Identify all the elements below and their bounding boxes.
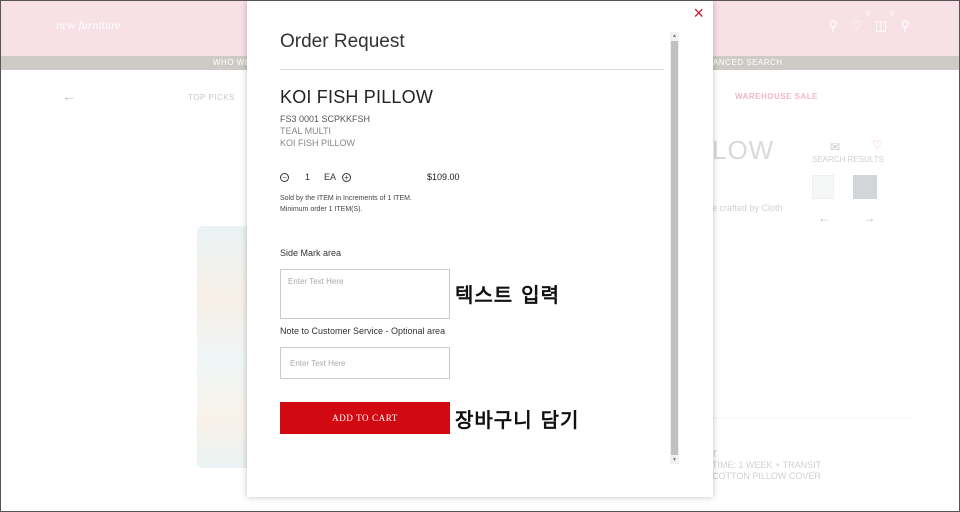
product-price: $109.00 [427,172,460,182]
quantity-decrease-button[interactable]: − [280,173,289,182]
divider [280,69,664,70]
scrollbar[interactable]: ▲ ▼ [670,32,679,464]
scroll-up-arrow-icon[interactable]: ▲ [670,32,679,40]
product-sku: FS3 0001 SCPKKFSH [280,114,371,124]
side-mark-input[interactable] [280,269,450,319]
sold-by-line: Sold by the ITEM in Increments of 1 ITEM… [280,195,412,202]
product-name: KOI FISH PILLOW [280,87,434,107]
close-icon[interactable]: × [693,3,704,23]
minimum-order-line: Minimum order 1 ITEM(S). [280,206,363,213]
note-input[interactable] [280,347,450,379]
note-label: Note to Customer Service - Optional area [280,326,446,336]
side-mark-label: Side Mark area [280,248,342,258]
modal-title: Order Request [280,31,405,52]
scrollbar-thumb[interactable] [671,41,678,455]
product-subtitle: KOI FISH PILLOW [280,138,356,148]
annotation-text-input: 텍스트 입력 [455,283,560,307]
scroll-down-arrow-icon[interactable]: ▼ [670,456,679,464]
product-color: TEAL MULTI [280,126,332,136]
quantity-unit: EA [324,172,337,182]
quantity-value[interactable]: 1 [305,172,310,182]
annotation-add-to-cart: 장바구니 담기 [455,408,580,432]
sold-by-info: Sold by the ITEM in Increments of 1 ITEM… [280,193,412,215]
add-to-cart-button[interactable]: ADD TO CART [280,402,450,434]
quantity-increase-button[interactable]: + [342,173,351,182]
